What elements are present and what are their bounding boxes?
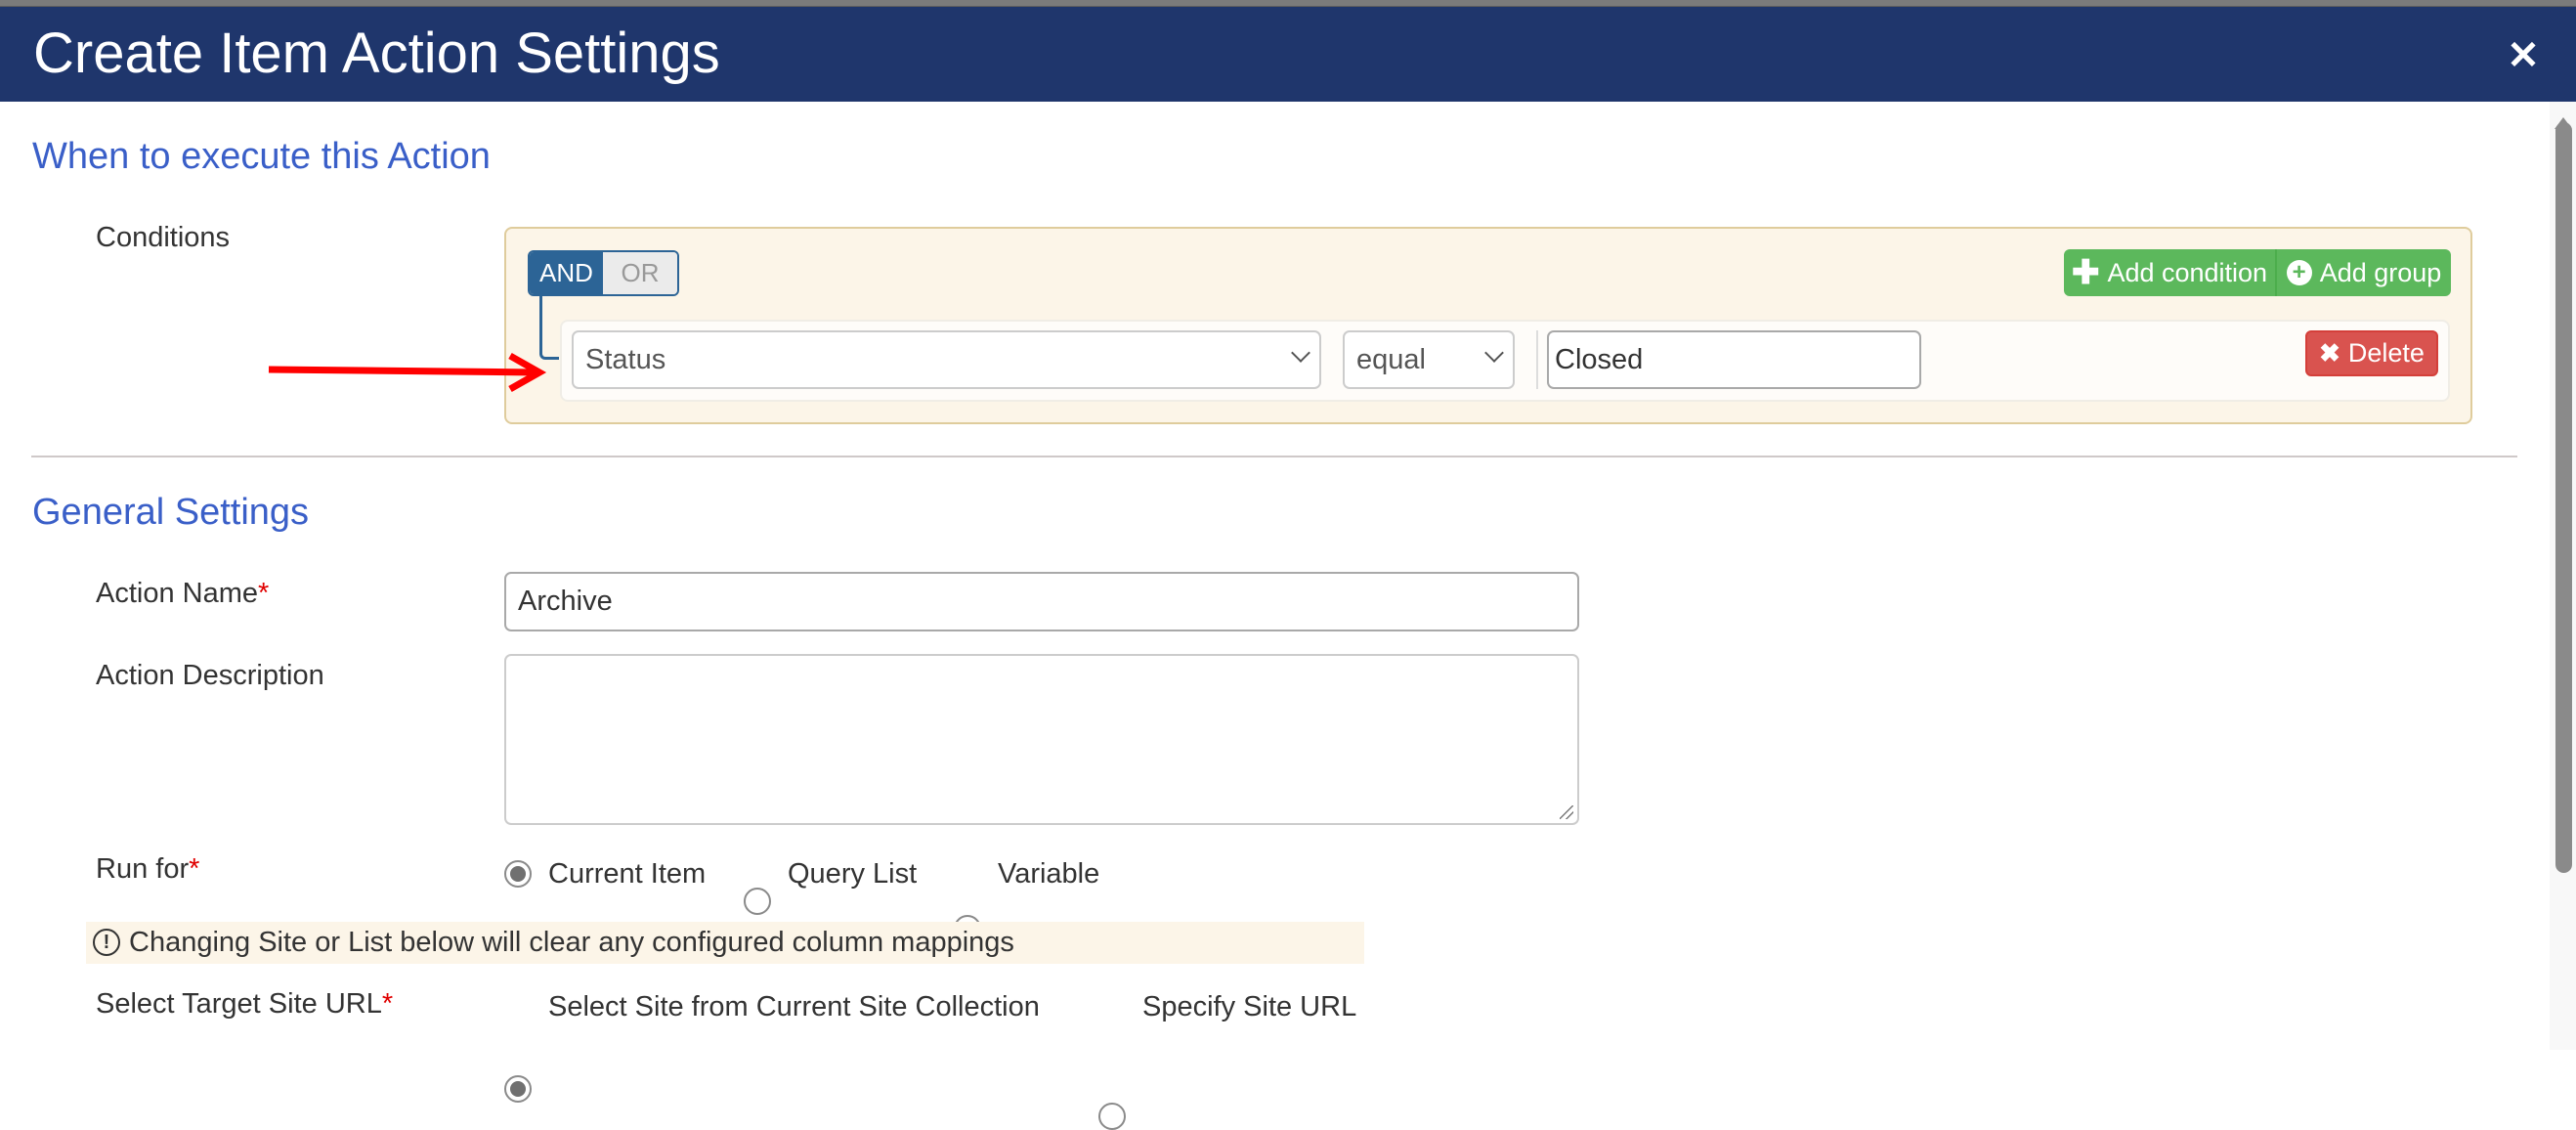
radio-current-item[interactable] <box>504 860 532 888</box>
target-site-label: Select Target Site URL* <box>96 987 393 1021</box>
resize-grip-icon[interactable] <box>1560 805 1573 819</box>
action-description-label: Action Description <box>96 660 324 691</box>
radio-query-list[interactable] <box>744 888 771 915</box>
exclamation-circle-icon: ! <box>93 929 120 956</box>
add-condition-label: Add condition <box>2107 257 2268 287</box>
rule-value-text: Closed <box>1555 343 1644 375</box>
radio-specify-site-url[interactable] <box>1098 1103 1126 1130</box>
action-name-input[interactable]: Archive <box>504 572 1579 631</box>
close-icon: ✕ <box>2507 34 2540 77</box>
rule-operator-select[interactable]: equal <box>1343 330 1515 389</box>
required-asterisk: * <box>381 988 394 1020</box>
add-group-button[interactable]: + Add group <box>2277 249 2451 296</box>
action-description-textarea[interactable] <box>504 654 1579 825</box>
logic-toggle[interactable]: AND OR <box>528 250 679 296</box>
delete-label: Delete <box>2347 338 2425 368</box>
chevron-down-icon <box>1484 343 1504 363</box>
target-site-label-text: Select Target Site URL <box>96 988 382 1020</box>
radio-label-current-site-collection[interactable]: Select Site from Current Site Collection <box>548 990 1040 1023</box>
action-name-label-text: Action Name <box>96 578 259 609</box>
action-name-label: Action Name* <box>96 577 269 610</box>
annotation-arrow-icon <box>268 352 547 393</box>
rule-operator-value: equal <box>1356 343 1426 375</box>
required-asterisk: * <box>189 853 200 885</box>
radio-current-site-collection[interactable] <box>504 1075 532 1103</box>
required-asterisk: * <box>258 578 270 609</box>
add-group-label: Add group <box>2319 257 2442 287</box>
section-heading-when: When to execute this Action <box>32 136 491 177</box>
rule-value-input[interactable]: Closed <box>1547 330 1921 389</box>
dialog-title: Create Item Action Settings <box>33 22 720 85</box>
warning-text: Changing Site or List below will clear a… <box>129 927 1014 958</box>
scrollbar-thumb[interactable] <box>2555 122 2572 873</box>
window-top-strip <box>0 0 2576 7</box>
run-for-label: Run for* <box>96 852 199 886</box>
dialog-header: Create Item Action Settings ✕ <box>0 7 2576 102</box>
logic-and-button[interactable]: AND <box>530 252 603 294</box>
plus-icon: ✚ <box>2071 254 2100 291</box>
close-button[interactable]: ✕ <box>2502 34 2545 77</box>
radio-label-query-list[interactable]: Query List <box>788 857 917 891</box>
chevron-down-icon <box>1291 343 1310 363</box>
add-condition-button[interactable]: ✚ Add condition <box>2064 249 2277 296</box>
plus-circle-icon: + <box>2286 260 2312 285</box>
action-name-value: Archive <box>518 586 613 617</box>
run-for-label-text: Run for <box>96 853 190 885</box>
logic-or-button[interactable]: OR <box>603 252 677 294</box>
radio-label-current-item[interactable]: Current Item <box>548 857 706 891</box>
arrow-shaft <box>268 366 538 376</box>
delete-rule-button[interactable]: ✖ Delete <box>2305 330 2438 376</box>
rule-field-value: Status <box>585 343 666 375</box>
radio-label-variable[interactable]: Variable <box>998 857 1099 891</box>
rule-divider <box>1536 330 1538 389</box>
add-buttons-group: ✚ Add condition + Add group <box>2064 249 2451 296</box>
section-divider <box>31 456 2517 457</box>
close-icon: ✖ <box>2319 338 2340 368</box>
rule-field-select[interactable]: Status <box>572 330 1321 389</box>
conditions-label: Conditions <box>96 222 231 253</box>
section-heading-general: General Settings <box>32 492 310 533</box>
radio-label-specify-site-url[interactable]: Specify Site URL <box>1142 990 1356 1023</box>
